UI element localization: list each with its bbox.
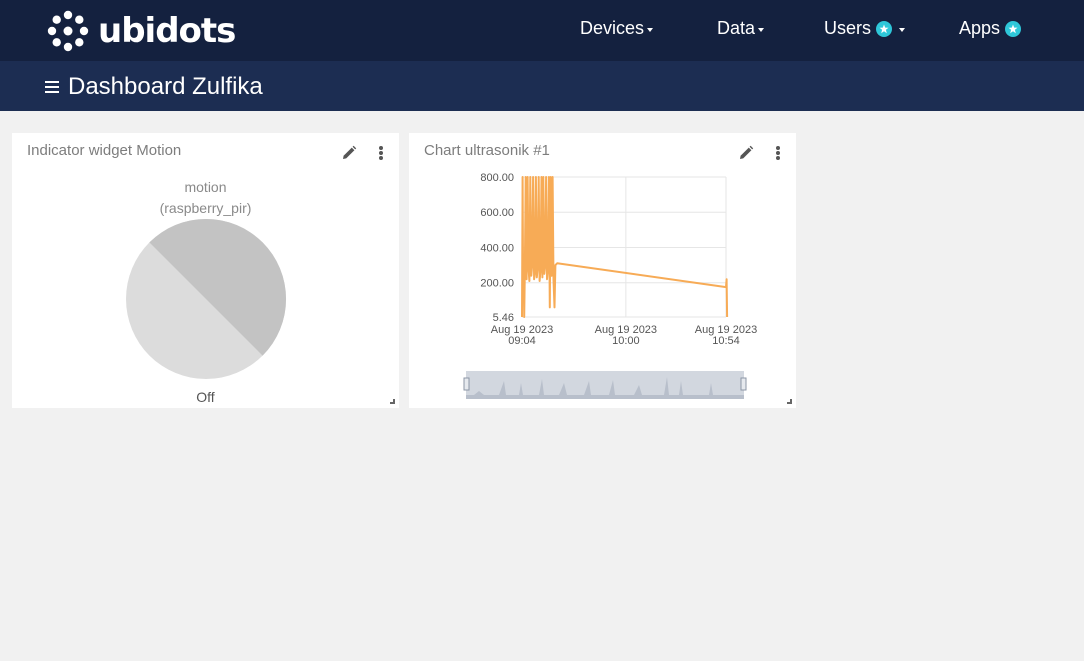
caret-down-icon: [758, 27, 765, 32]
x-tick-label: 10:54: [712, 335, 740, 347]
more-vertical-icon[interactable]: [379, 146, 383, 160]
resize-handle-icon[interactable]: [390, 399, 395, 404]
nav-users[interactable]: Users: [824, 18, 906, 39]
widget-title: Indicator widget Motion: [27, 142, 182, 159]
nav-devices[interactable]: Devices: [580, 18, 654, 39]
resize-handle-icon[interactable]: [787, 399, 792, 404]
caret-down-icon: [647, 27, 654, 32]
y-tick-label: 600.00: [480, 207, 514, 219]
star-badge-icon: [1005, 20, 1022, 37]
ubidots-logo[interactable]: ubidots: [46, 9, 236, 53]
indicator-device-name: (raspberry_pir): [159, 200, 252, 216]
indicator-state-label: Off: [196, 389, 215, 405]
navigator-background: [466, 371, 744, 399]
menu-icon[interactable]: [45, 81, 59, 93]
logo-text: ubidots: [98, 11, 236, 51]
range-navigator[interactable]: [463, 371, 747, 399]
y-tick-label: 200.00: [480, 278, 514, 290]
pencil-icon[interactable]: [341, 145, 357, 161]
indicator-pie: [126, 218, 287, 379]
line-chart: 800.00 600.00 400.00 200.00 5.46 Aug 19 2023…: [463, 172, 757, 399]
caret-down-icon: [899, 27, 906, 32]
nav-apps-label: Apps: [959, 18, 1001, 38]
indicator-widget: Indicator widget Motion motion (raspberr…: [12, 133, 399, 408]
y-axis-ticks: 800.00 600.00 400.00 200.00 5.46: [480, 172, 514, 324]
nav-devices-label: Devices: [580, 18, 645, 38]
navigator-left-handle: [463, 377, 470, 391]
y-tick-label: 800.00: [480, 172, 514, 184]
nav-data-label: Data: [717, 18, 756, 38]
indicator-variable-name: motion: [184, 179, 227, 195]
logo-dots-icon: [47, 10, 89, 52]
y-tick-label: 5.46: [493, 312, 514, 324]
x-tick-label: 10:00: [612, 335, 640, 347]
y-tick-label: 400.00: [480, 242, 514, 254]
x-tick-label: 09:04: [508, 335, 536, 347]
nav-data[interactable]: Data: [717, 18, 765, 39]
x-axis-ticks: Aug 19 202309:04Aug 19 202310:00Aug 19 2…: [491, 324, 757, 347]
dashboard-title: Dashboard Zulfika: [68, 73, 263, 100]
chart-widget: Chart ultrasonik #1 800.00 600.00 400.00 20…: [409, 133, 796, 408]
star-badge-icon: [876, 20, 893, 37]
nav-apps[interactable]: Apps: [959, 18, 1022, 39]
navigator-right-handle: [740, 377, 747, 391]
nav-users-label: Users: [824, 18, 872, 38]
